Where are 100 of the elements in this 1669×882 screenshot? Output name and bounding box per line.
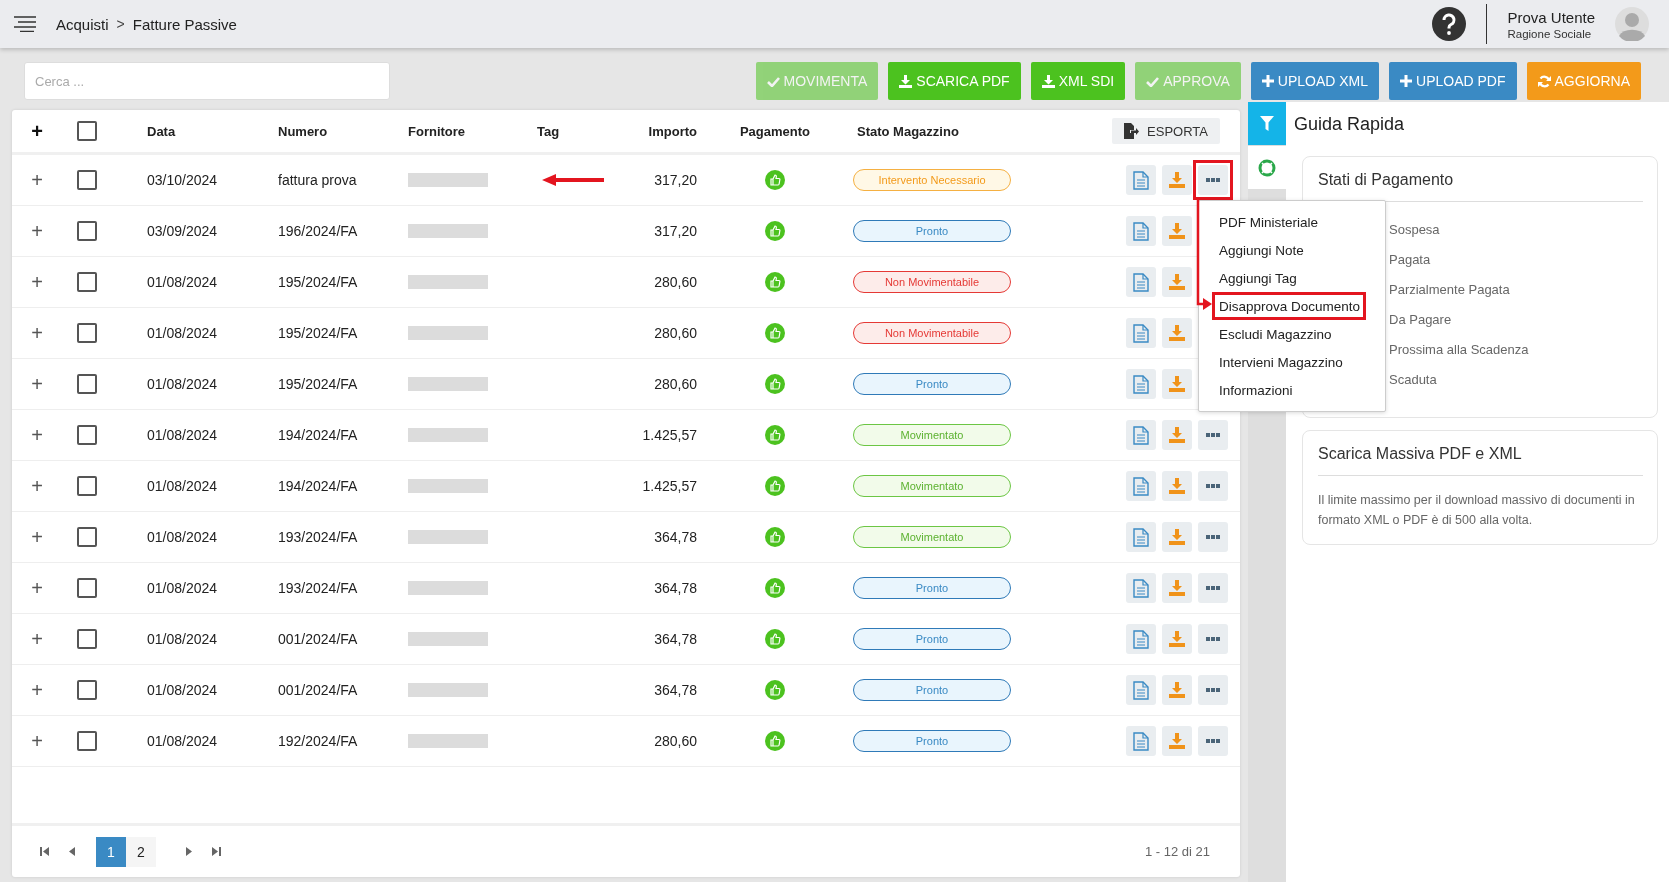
expand-all-button[interactable]: +: [31, 119, 43, 143]
column-header[interactable]: Data: [112, 123, 278, 139]
export-button[interactable]: ESPORTA: [1112, 118, 1220, 144]
menu-item[interactable]: Intervieni Magazzino: [1199, 348, 1385, 376]
document-icon: [1133, 221, 1149, 241]
amount-cell: 364,78: [654, 631, 697, 647]
number-cell-text: 192/2024/FA: [278, 733, 359, 749]
row-checkbox[interactable]: [77, 425, 97, 445]
download-icon: [1169, 376, 1185, 392]
more-button[interactable]: [1198, 624, 1228, 654]
column-header[interactable]: Fornitore: [408, 123, 537, 139]
status-badge: Non Movimentabile: [853, 322, 1011, 344]
column-header[interactable]: Pagamento: [739, 123, 811, 139]
thumbs-up-icon: [765, 731, 785, 751]
help-icon[interactable]: [1432, 7, 1467, 41]
column-header[interactable]: Numero: [278, 123, 408, 139]
plus-icon: [1261, 75, 1274, 87]
menu-item[interactable]: Informazioni: [1199, 376, 1385, 404]
more-button[interactable]: [1198, 471, 1228, 501]
row-checkbox[interactable]: [77, 578, 97, 598]
amount-cell: 364,78: [654, 580, 697, 596]
menu-item[interactable]: Disapprova Documento: [1212, 292, 1366, 320]
toolbar-button[interactable]: UPLOAD PDF: [1389, 62, 1517, 100]
expand-row-button[interactable]: +: [31, 219, 43, 243]
thumbs-up-icon: [765, 680, 785, 700]
expand-row-button[interactable]: +: [31, 372, 43, 396]
document-icon: [1133, 272, 1149, 292]
download-icon: [1169, 478, 1185, 494]
breadcrumb-item[interactable]: Acquisti: [56, 15, 109, 33]
expand-row-button[interactable]: +: [31, 474, 43, 498]
more-button[interactable]: [1198, 726, 1228, 756]
more-icon: [1206, 739, 1220, 743]
row-checkbox[interactable]: [77, 170, 97, 190]
row-checkbox[interactable]: [77, 221, 97, 241]
amount-cell: 364,78: [654, 682, 697, 698]
thumbs-up-icon: [765, 527, 785, 547]
more-icon: [1206, 433, 1220, 437]
thumbs-up-icon: [765, 629, 785, 649]
number-cell-text: 194/2024/FA: [278, 478, 359, 494]
date-cell-text: 01/08/2024: [146, 580, 219, 596]
date-cell-text: 03/09/2024: [146, 223, 219, 239]
row-checkbox[interactable]: [77, 476, 97, 496]
expand-row-button[interactable]: +: [31, 168, 43, 192]
more-button[interactable]: [1198, 420, 1228, 450]
expand-row-button[interactable]: +: [31, 627, 43, 651]
page-button[interactable]: 1: [96, 836, 126, 867]
row-checkbox[interactable]: [77, 680, 97, 700]
row-checkbox[interactable]: [77, 629, 97, 649]
menu-icon[interactable]: [14, 16, 36, 32]
menu-item[interactable]: Aggiungi Note: [1199, 236, 1385, 264]
download-icon: [1169, 325, 1185, 341]
more-icon: [1206, 688, 1220, 692]
more-button[interactable]: [1198, 675, 1228, 705]
more-button[interactable]: [1198, 522, 1228, 552]
first-page-icon: [39, 847, 49, 856]
download-icon: [1169, 274, 1185, 290]
expand-row-button[interactable]: +: [31, 729, 43, 753]
date-cell-text: 01/08/2024: [146, 529, 219, 545]
expand-row-button[interactable]: +: [31, 423, 43, 447]
date-cell-text: 01/08/2024: [146, 325, 219, 341]
amount-cell: 280,60: [654, 733, 697, 749]
row-checkbox[interactable]: [77, 272, 97, 292]
row-checkbox[interactable]: [77, 527, 97, 547]
previous-page-icon: [67, 847, 77, 856]
toolbar-button[interactable]: UPLOAD XML: [1250, 62, 1380, 100]
side-tab[interactable]: [1248, 146, 1286, 190]
page-button[interactable]: 2: [126, 836, 156, 867]
amount-cell: 280,60: [654, 376, 697, 392]
thumbs-up-icon: [765, 272, 785, 292]
search-field[interactable]: Cerca ...: [24, 62, 390, 100]
more-button[interactable]: [1198, 573, 1228, 603]
amount-cell: 317,20: [654, 172, 697, 188]
menu-item[interactable]: PDF Ministeriale: [1199, 208, 1385, 236]
menu-item[interactable]: Aggiungi Tag: [1199, 264, 1385, 292]
thumbs-up-icon: [765, 374, 785, 394]
expand-row-button[interactable]: +: [31, 525, 43, 549]
column-header[interactable]: Importo: [648, 123, 697, 139]
expand-row-button[interactable]: +: [31, 321, 43, 345]
expand-row-button[interactable]: +: [31, 576, 43, 600]
row-checkbox[interactable]: [77, 374, 97, 394]
legend-item: Sospesa: [1389, 222, 1441, 237]
legend-item: Prossima alla Scadenza: [1389, 342, 1530, 357]
amount-cell: 280,60: [654, 325, 697, 341]
row-checkbox[interactable]: [77, 731, 97, 751]
amount-cell: 280,60: [654, 274, 697, 290]
menu-item[interactable]: Escludi Magazzino: [1199, 320, 1385, 348]
select-all-checkbox[interactable]: [77, 121, 97, 141]
number-cell-text: 195/2024/FA: [278, 376, 359, 392]
legend-item: Pagata: [1389, 252, 1432, 267]
status-badge: Pronto: [853, 679, 1011, 701]
document-icon: [1133, 578, 1149, 598]
expand-row-button[interactable]: +: [31, 678, 43, 702]
document-icon: [1133, 476, 1149, 496]
more-icon: [1206, 484, 1220, 488]
download-icon: [1169, 427, 1185, 443]
expand-row-button[interactable]: +: [31, 270, 43, 294]
column-header[interactable]: Tag: [537, 123, 612, 139]
number-cell-text: 195/2024/FA: [278, 325, 359, 341]
row-checkbox[interactable]: [77, 323, 97, 343]
column-header[interactable]: Stato Magazzino: [853, 123, 1023, 139]
